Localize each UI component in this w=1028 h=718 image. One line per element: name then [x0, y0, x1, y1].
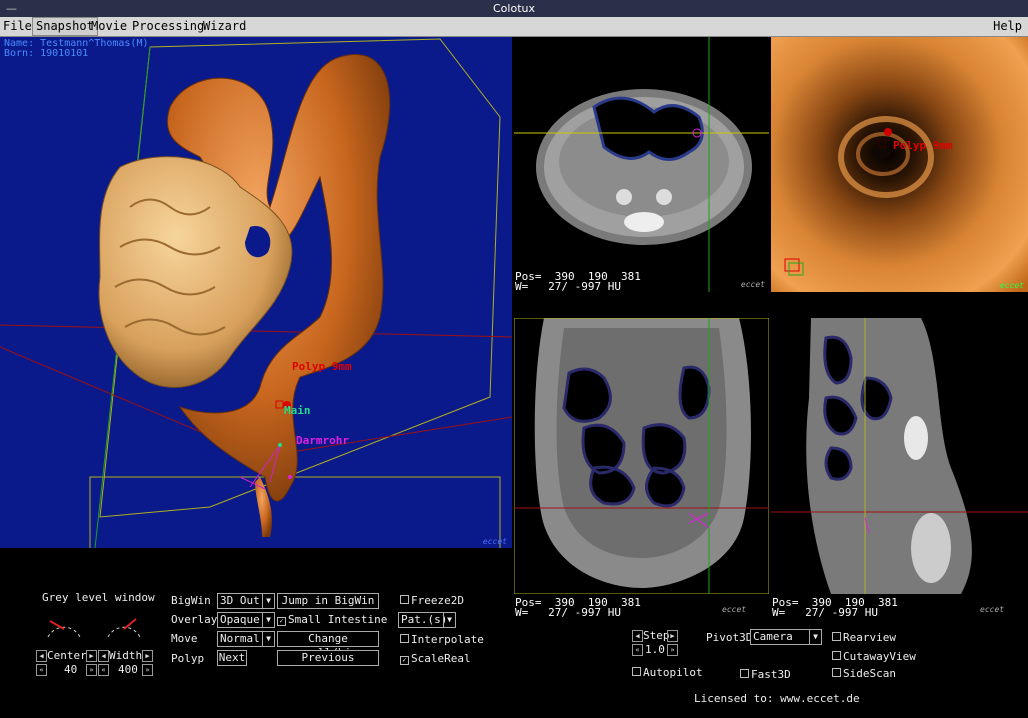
- change-small-big-button[interactable]: Change small/big: [277, 631, 379, 659]
- width-decrease-button[interactable]: ◀: [98, 650, 109, 662]
- freeze2d-checkbox[interactable]: Freeze2D: [400, 594, 464, 607]
- sagittal-ct-slice: [771, 318, 1028, 594]
- center-increase-button[interactable]: ▶: [86, 650, 97, 662]
- autopilot-checkbox[interactable]: Autopilot: [632, 666, 703, 679]
- coronal-logo: eccet: [722, 605, 747, 614]
- big-3d-view[interactable]: Name: Testmann^Thomas(M) Born: 19010101 …: [0, 37, 512, 548]
- title-bar: — Colotux: [0, 0, 1028, 17]
- previous-button[interactable]: Previous: [277, 650, 379, 666]
- next-button[interactable]: Next: [217, 650, 247, 666]
- step-fast-decrease-button[interactable]: «: [632, 644, 643, 656]
- eccet-logo: eccet: [482, 537, 507, 546]
- endo-logo: eccet: [999, 281, 1024, 290]
- center-fast-decrease-button[interactable]: «: [36, 664, 47, 676]
- polyp-label: Polyp 9mm: [292, 360, 352, 373]
- width-value: 400: [118, 663, 138, 676]
- jump-in-bigwin-button[interactable]: Jump in BigWin: [277, 593, 379, 609]
- cutawayview-checkbox[interactable]: CutawayView: [832, 650, 916, 663]
- tube-label: Darmrohr: [296, 434, 349, 447]
- menu-file[interactable]: File: [0, 17, 35, 36]
- scalereal-checkbox[interactable]: ✓ ScaleReal: [400, 652, 471, 665]
- chevron-down-icon: ▼: [262, 613, 274, 627]
- center-dial-icon[interactable]: [44, 607, 84, 643]
- patient-select[interactable]: Pat.(s) ▼: [398, 612, 456, 628]
- chevron-down-icon: ▼: [809, 630, 821, 644]
- step-fast-increase-button[interactable]: »: [667, 644, 678, 656]
- endoscopic-render: [771, 37, 1028, 292]
- width-fast-increase-button[interactable]: »: [142, 664, 153, 676]
- center-label: Center: [47, 649, 87, 662]
- center-fast-increase-button[interactable]: »: [86, 664, 97, 676]
- chevron-down-icon: ▼: [262, 632, 274, 646]
- grey-level-title: Grey level window: [42, 591, 155, 604]
- chevron-down-icon: ▼: [262, 594, 274, 608]
- axial-view[interactable]: Pos= 390 190 381 W= 27/ -997 HU eccet: [514, 37, 769, 292]
- menu-processing[interactable]: Processing: [129, 17, 207, 36]
- colon-3d-render: [0, 38, 512, 548]
- step-value: 1.0: [645, 643, 665, 656]
- menu-help[interactable]: Help: [990, 17, 1025, 36]
- overlay-label: Overlay: [171, 613, 218, 626]
- center-value: 40: [64, 663, 78, 676]
- bigwin-select[interactable]: 3D Out ▼: [217, 593, 275, 609]
- bigwin-label: BigWin: [171, 594, 211, 607]
- control-panel: Grey level window ◀ Center ▶ « 40 » ◀ Wi…: [0, 549, 512, 718]
- main-label: Main: [284, 404, 311, 417]
- axial-logo: eccet: [740, 280, 765, 289]
- step-increase-button[interactable]: ▶: [667, 630, 678, 642]
- polyp-label: Polyp: [171, 652, 205, 665]
- axial-ct-slice: [514, 37, 769, 292]
- step-label: Step: [643, 629, 670, 642]
- width-fast-decrease-button[interactable]: «: [98, 664, 109, 676]
- endo-polyp-label: Polyp 9mm: [893, 139, 953, 152]
- window-title: Colotux: [493, 2, 535, 15]
- rearview-checkbox[interactable]: Rearview: [832, 631, 896, 644]
- pivot3d-select[interactable]: Camera ▼: [750, 629, 822, 645]
- axial-window: W= 27/ -997 HU: [515, 280, 621, 292]
- center-decrease-button[interactable]: ◀: [36, 650, 47, 662]
- move-label: Move: [171, 632, 198, 645]
- patient-born: Born: 19010101: [4, 48, 89, 59]
- endoscopic-view[interactable]: Polyp 9mm eccet: [771, 37, 1028, 292]
- coronal-view[interactable]: Pos= 390 190 381: [514, 318, 769, 594]
- coronal-ct-slice: [514, 318, 769, 594]
- window-menu-icon[interactable]: —: [6, 0, 17, 17]
- width-label: Width: [109, 649, 143, 662]
- menu-movie[interactable]: Movie: [88, 17, 130, 36]
- interpolate-checkbox[interactable]: Interpolate: [400, 633, 484, 646]
- pivot3d-label: Pivot3D: [706, 631, 753, 644]
- menu-wizard[interactable]: Wizard: [200, 17, 249, 36]
- license-text: Licensed to: www.eccet.de: [694, 692, 860, 705]
- sidescan-checkbox[interactable]: SideScan: [832, 667, 896, 680]
- move-select[interactable]: Normal ▼: [217, 631, 275, 647]
- sagittal-view[interactable]: [771, 318, 1028, 594]
- menu-bar: File Snapshot Movie Processing Wizard He…: [0, 17, 1028, 37]
- sagittal-logo: eccet: [980, 605, 1005, 614]
- width-increase-button[interactable]: ▶: [142, 650, 153, 662]
- step-decrease-button[interactable]: ◀: [632, 630, 643, 642]
- fast3d-checkbox[interactable]: Fast3D: [740, 668, 791, 681]
- chevron-down-icon: ▼: [443, 613, 455, 627]
- width-dial-icon[interactable]: [104, 607, 144, 643]
- overlay-select[interactable]: Opaque ▼: [217, 612, 275, 628]
- small-intestine-checkbox[interactable]: ✓ Small Intestine: [277, 613, 387, 626]
- navigation-panel: ◀ Step ▶ « 1.0 » Pivot3D Camera ▼ Rearvie…: [514, 617, 1028, 718]
